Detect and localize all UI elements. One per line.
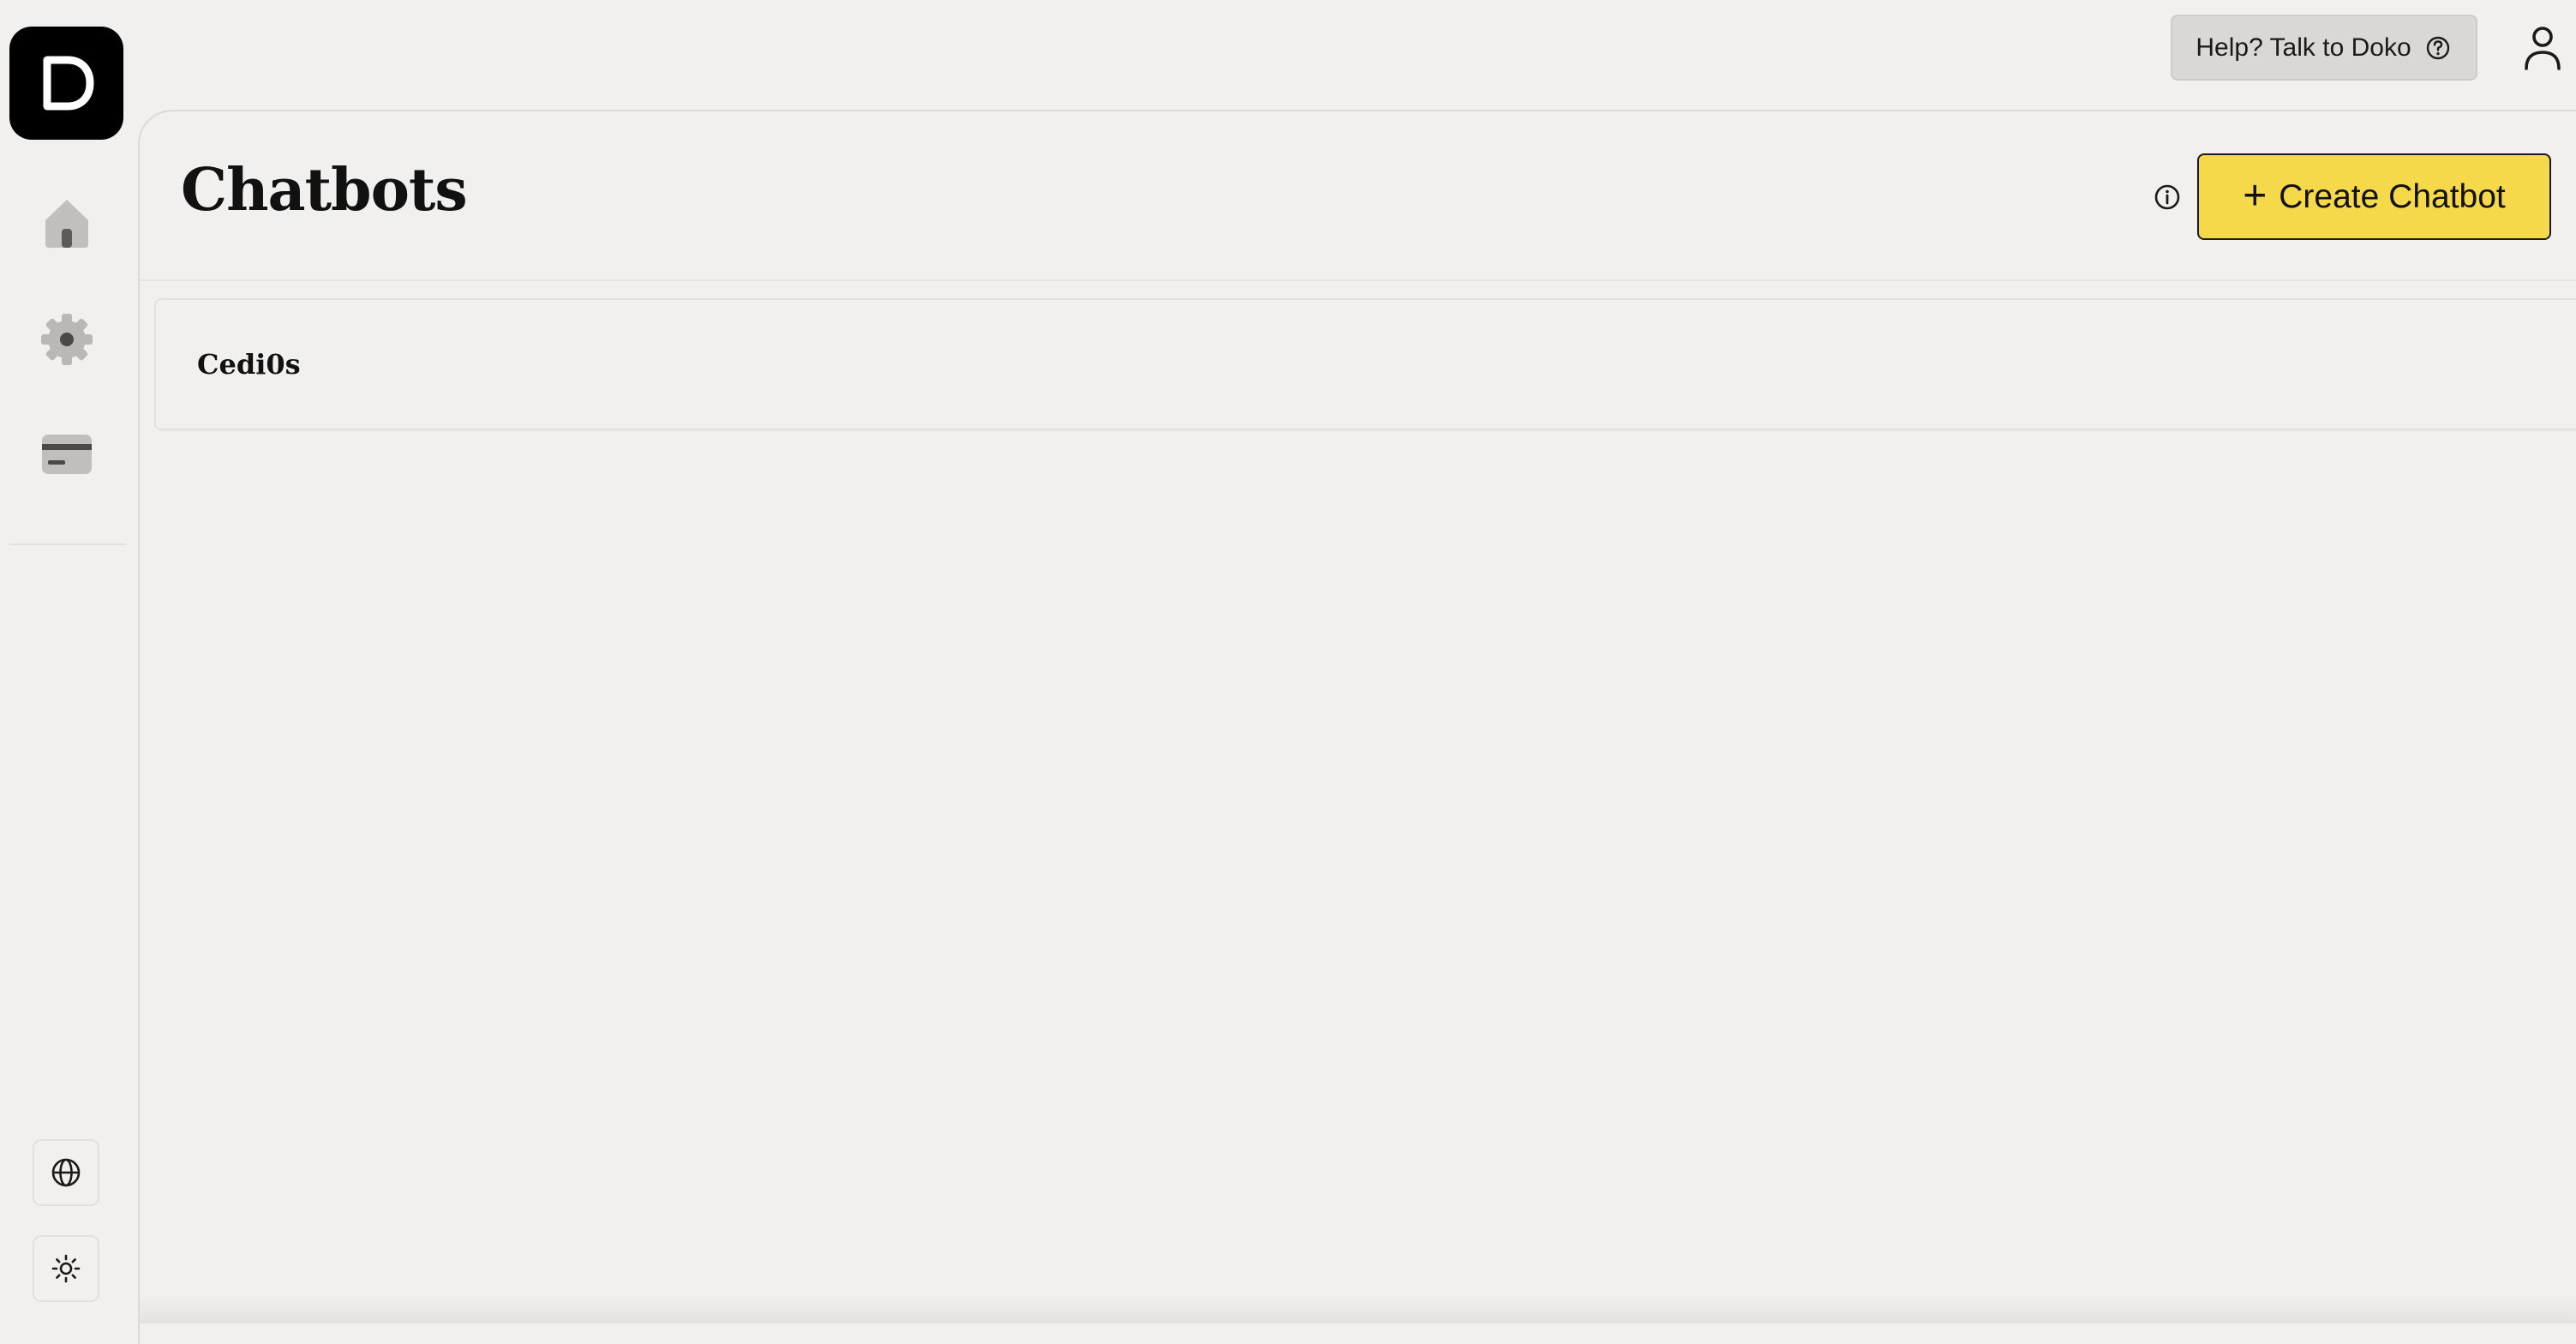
plus-icon: + bbox=[2243, 172, 2267, 219]
credit-card-icon bbox=[42, 435, 92, 474]
bottom-shade bbox=[140, 1294, 2576, 1323]
theme-toggle-button[interactable] bbox=[33, 1235, 99, 1302]
globe-icon bbox=[51, 1158, 81, 1187]
gear-icon bbox=[41, 314, 93, 365]
create-chatbot-button[interactable]: + Create Chatbot bbox=[2197, 153, 2551, 240]
sidebar-divider bbox=[9, 543, 126, 545]
info-icon bbox=[2154, 184, 2180, 210]
app-logo[interactable] bbox=[9, 27, 123, 140]
help-button[interactable]: Help? Talk to Doko bbox=[2171, 15, 2477, 81]
question-circle-icon bbox=[2426, 36, 2449, 59]
page-title: Chatbots bbox=[181, 156, 468, 225]
chatbot-card[interactable]: Cedi0s bbox=[154, 298, 2576, 430]
sidebar-item-billing[interactable] bbox=[38, 425, 96, 483]
create-chatbot-label: Create Chatbot bbox=[2279, 177, 2506, 215]
sidebar-item-settings[interactable] bbox=[38, 310, 96, 369]
home-icon bbox=[45, 200, 88, 248]
sidebar-item-home[interactable] bbox=[38, 194, 96, 252]
logo-d-icon bbox=[43, 56, 93, 111]
sidebar bbox=[0, 0, 137, 1323]
sun-icon bbox=[51, 1254, 81, 1283]
chatbot-name: Cedi0s bbox=[197, 348, 301, 381]
help-button-label: Help? Talk to Doko bbox=[2196, 33, 2411, 62]
page-header: Chatbots + Create Chatbot bbox=[140, 111, 2576, 281]
info-button[interactable] bbox=[2152, 182, 2183, 213]
user-icon bbox=[2525, 27, 2561, 70]
main-panel: Chatbots + Create Chatbot Cedi0s bbox=[138, 110, 2576, 1344]
language-button[interactable] bbox=[33, 1139, 99, 1206]
user-menu-button[interactable] bbox=[2521, 26, 2564, 72]
